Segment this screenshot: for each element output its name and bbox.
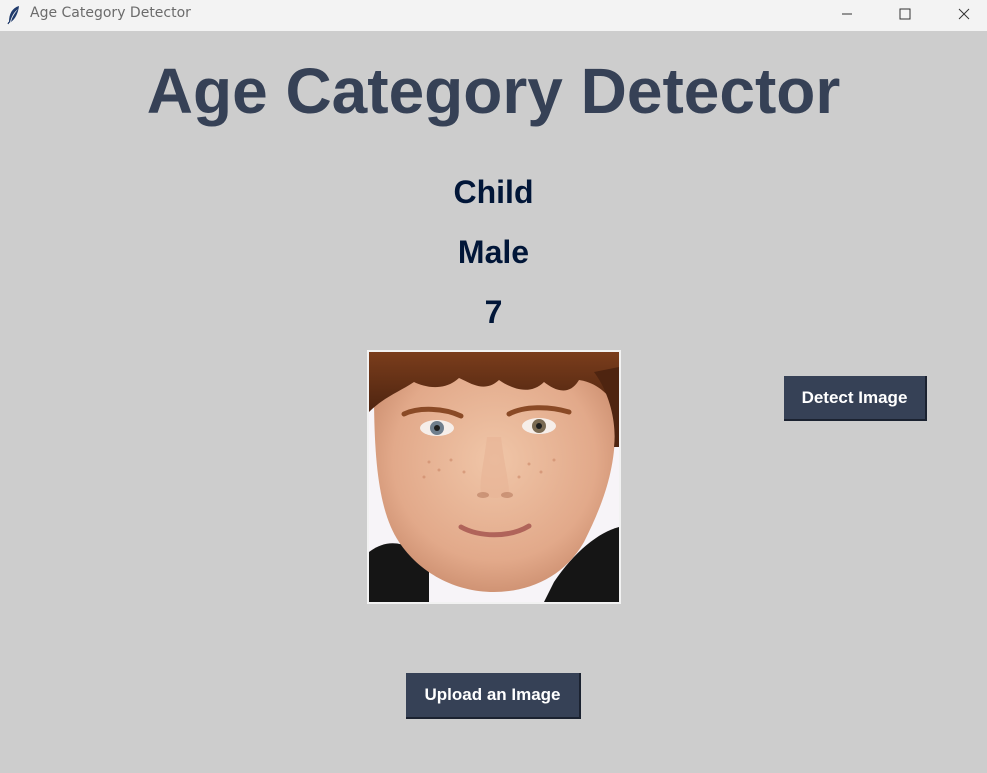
upload-image-button[interactable]: Upload an Image bbox=[406, 673, 581, 719]
feather-icon bbox=[6, 5, 22, 25]
gender-label: Male bbox=[457, 234, 530, 270]
minimize-icon bbox=[841, 7, 853, 25]
window-title: Age Category Detector bbox=[30, 5, 191, 21]
minimize-button[interactable] bbox=[824, 0, 870, 31]
detect-image-button[interactable]: Detect Image bbox=[784, 376, 927, 421]
uploaded-image bbox=[367, 350, 621, 604]
face-photo bbox=[369, 352, 619, 602]
close-icon bbox=[958, 7, 970, 25]
main-content: Age Category Detector Child Male 7 Detec… bbox=[0, 31, 987, 773]
maximize-icon bbox=[899, 7, 911, 25]
close-button[interactable] bbox=[941, 0, 987, 31]
age-value-label: 7 bbox=[484, 294, 503, 330]
app-window: Age Category Detector Age Category Detec… bbox=[0, 0, 987, 773]
age-category-label: Child bbox=[453, 174, 534, 210]
page-title: Age Category Detector bbox=[146, 55, 841, 127]
maximize-button[interactable] bbox=[882, 0, 928, 31]
title-bar: Age Category Detector bbox=[0, 0, 987, 31]
